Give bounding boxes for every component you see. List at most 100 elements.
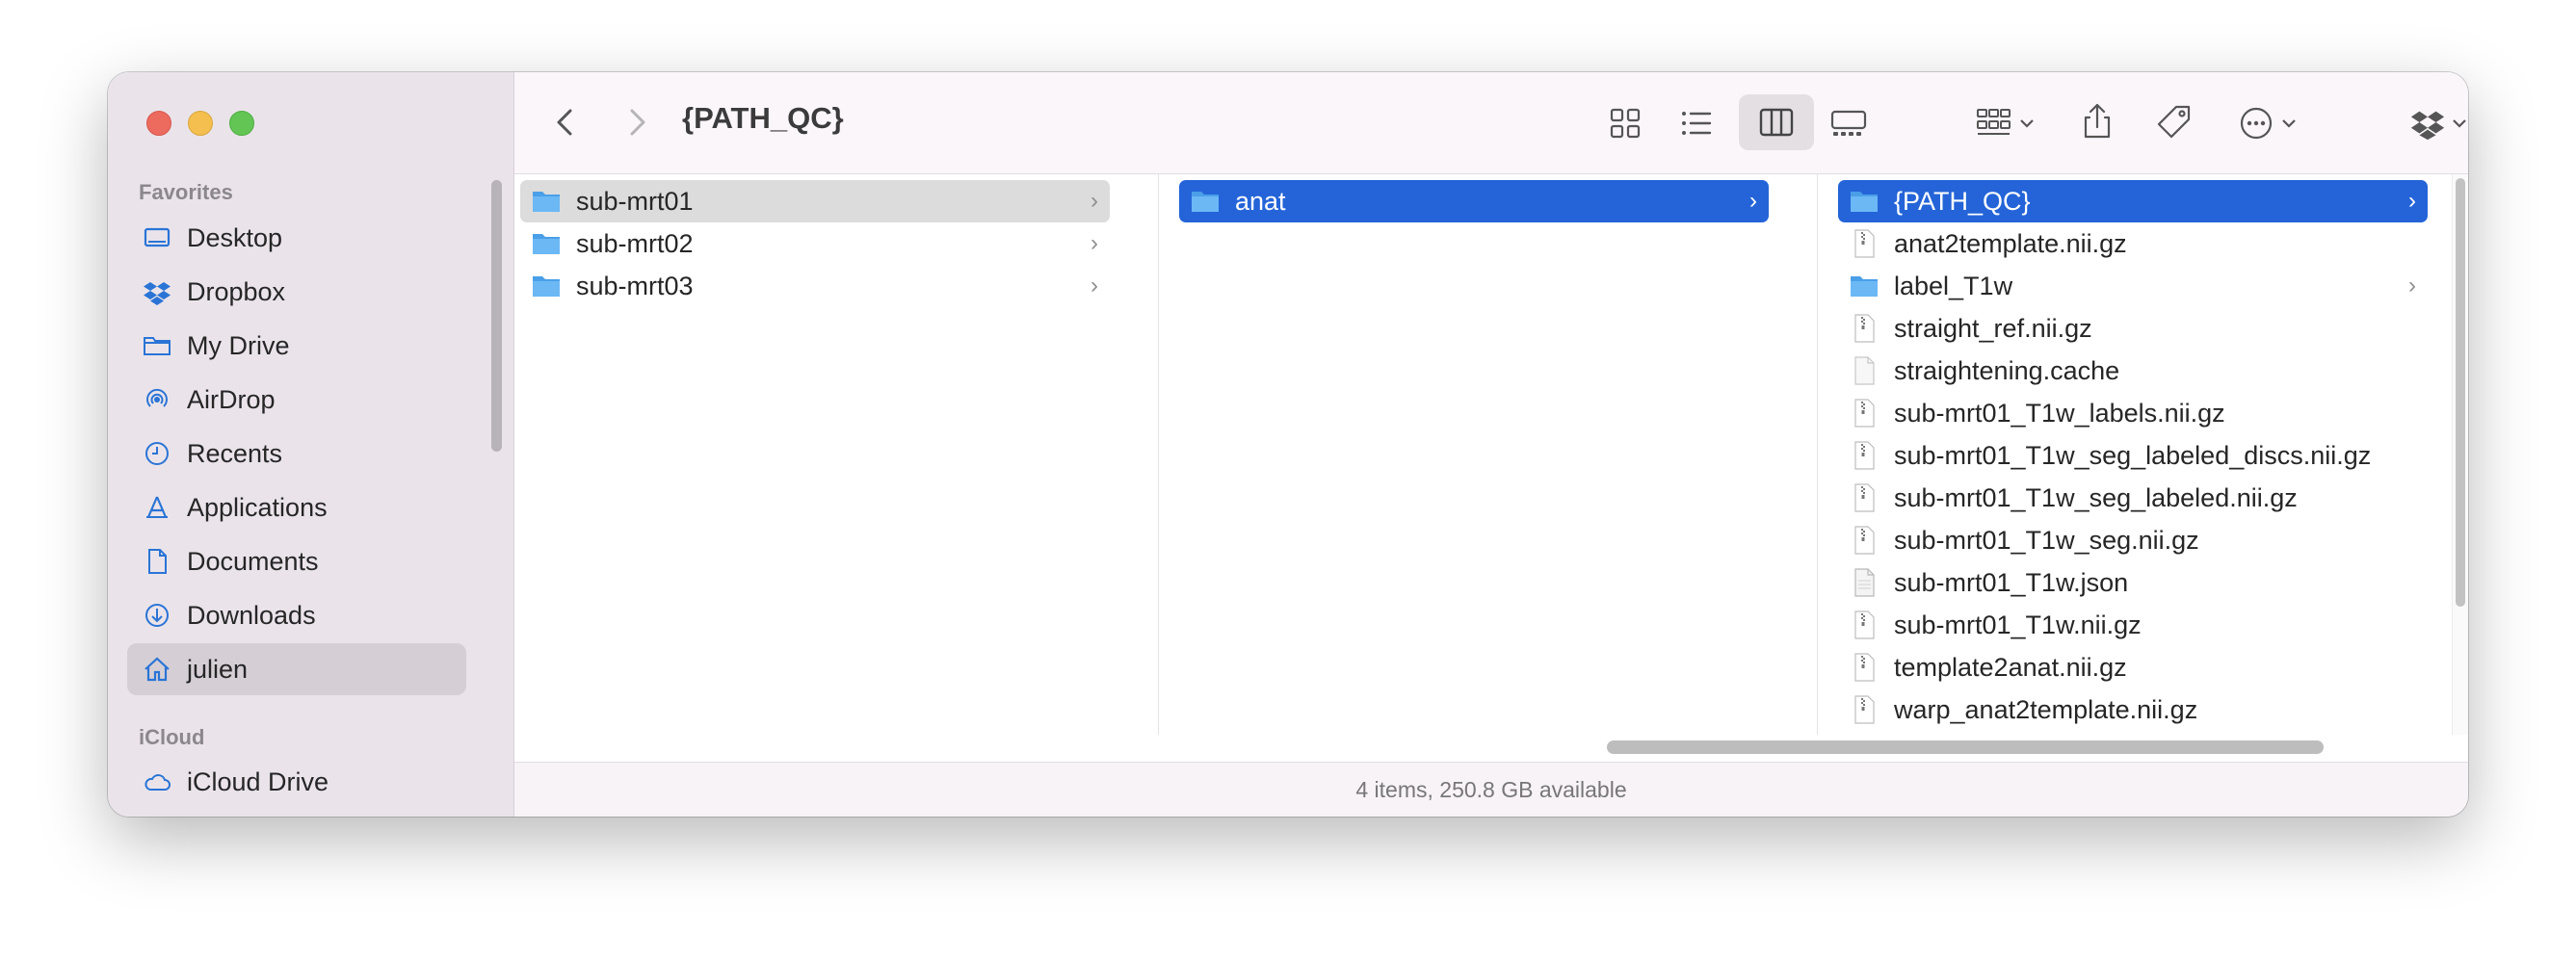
desktop-icon <box>141 221 173 254</box>
chevron-left-icon <box>557 109 572 136</box>
file-row[interactable]: sub-mrt01_T1w_seg_labeled_discs.nii.gz <box>1838 434 2428 477</box>
chevron-right-icon: › <box>1749 188 1757 214</box>
tags-button[interactable] <box>2152 99 2196 145</box>
item-name: sub-mrt01_T1w.json <box>1894 567 2129 597</box>
column-2: anat › <box>1173 174 1790 735</box>
sidebar-section-favorites: Favorites <box>139 180 233 204</box>
back-button[interactable] <box>545 101 588 143</box>
grid-icon <box>1610 108 1641 139</box>
gallery-icon <box>1830 110 1867 136</box>
archive-file-icon <box>1848 524 1880 557</box>
share-button[interactable] <box>2075 97 2119 145</box>
chevron-right-icon <box>630 109 645 136</box>
sidebar-item-label: Dropbox <box>187 276 286 306</box>
close-button[interactable] <box>146 111 171 136</box>
minimize-button[interactable] <box>188 111 213 136</box>
archive-file-icon <box>1848 609 1880 641</box>
dropbox-menu-button[interactable] <box>2403 101 2468 145</box>
sidebar-item-documents[interactable]: Documents <box>127 535 466 587</box>
airdrop-icon <box>141 383 173 416</box>
sidebar-item-airdrop[interactable]: AirDrop <box>127 374 466 426</box>
cloud-icon <box>141 766 173 798</box>
column-divider[interactable] <box>1817 174 1818 735</box>
item-name: straightening.cache <box>1894 355 2120 385</box>
clock-icon <box>141 437 173 470</box>
folder-row[interactable]: sub-mrt01 › <box>520 180 1110 222</box>
list-view-button[interactable] <box>1674 101 1719 145</box>
item-name: sub-mrt01_T1w_seg_labeled_discs.nii.gz <box>1894 440 2372 470</box>
sidebar-item-label: Recents <box>187 438 283 468</box>
chevron-down-icon <box>2020 119 2034 128</box>
item-name: sub-mrt01_T1w_labels.nii.gz <box>1894 398 2225 428</box>
file-icon <box>1848 354 1880 387</box>
horizontal-scrollbar-thumb[interactable] <box>1607 740 2324 754</box>
folder-icon <box>1848 185 1880 218</box>
file-row[interactable]: straightening.cache <box>1838 350 2428 392</box>
file-row[interactable]: warp_anat2template.nii.gz <box>1838 688 2428 731</box>
sidebar-item-dropbox[interactable]: Dropbox <box>127 266 466 318</box>
folder-icon <box>530 270 563 302</box>
item-name: {PATH_QC} <box>1894 186 2031 216</box>
item-name: anat <box>1235 186 1286 216</box>
document-icon <box>141 545 173 578</box>
file-row[interactable]: sub-mrt01_T1w.nii.gz <box>1838 604 2428 646</box>
file-row[interactable]: sub-mrt01_T1w.json <box>1838 561 2428 604</box>
sidebar-item-icloud-drive[interactable]: iCloud Drive <box>127 756 466 808</box>
file-row[interactable]: sub-mrt01_T1w_seg_labeled.nii.gz <box>1838 477 2428 519</box>
sidebar-item-label: Downloads <box>187 600 316 630</box>
file-row[interactable]: anat2template.nii.gz <box>1838 222 2428 265</box>
sidebar-item-desktop[interactable]: Desktop <box>127 212 466 264</box>
zoom-button[interactable] <box>229 111 254 136</box>
column-view-button[interactable] <box>1739 94 1814 150</box>
item-name: anat2template.nii.gz <box>1894 228 2127 258</box>
window-controls <box>146 111 254 136</box>
folder-row[interactable]: {PATH_QC} › <box>1838 180 2428 222</box>
icon-view-button[interactable] <box>1603 101 1647 145</box>
sidebar-item-label: iCloud Drive <box>187 766 329 796</box>
column-1: sub-mrt01 › sub-mrt02 › sub-mrt03 › <box>514 174 1131 735</box>
file-row[interactable]: straight_ref.nii.gz <box>1838 307 2428 350</box>
column-divider[interactable] <box>1158 174 1159 735</box>
window-title: {PATH_QC} <box>682 101 844 135</box>
folder-icon <box>530 227 563 260</box>
file-row[interactable]: template2anat.nii.gz <box>1838 646 2428 688</box>
dropbox-icon <box>141 275 173 308</box>
forward-button[interactable] <box>615 101 657 143</box>
folder-row[interactable]: sub-mrt02 › <box>520 222 1110 265</box>
folder-row[interactable]: anat › <box>1179 180 1769 222</box>
folder-row[interactable]: label_T1w › <box>1838 265 2428 307</box>
sidebar-item-downloads[interactable]: Downloads <box>127 589 466 641</box>
sidebar-item-julien[interactable]: julien <box>127 643 466 695</box>
sidebar-item-my-drive[interactable]: My Drive <box>127 320 466 372</box>
more-actions-button[interactable] <box>2231 101 2304 145</box>
vertical-scrollbar[interactable] <box>2452 174 2468 735</box>
horizontal-scrollbar[interactable] <box>514 735 2468 760</box>
archive-file-icon <box>1848 312 1880 345</box>
chevron-right-icon: › <box>1091 230 1098 256</box>
chevron-down-icon <box>2453 119 2466 128</box>
chevron-right-icon: › <box>1091 188 1098 214</box>
vertical-scrollbar-thumb[interactable] <box>2456 178 2465 607</box>
file-row[interactable]: sub-mrt01_T1w_labels.nii.gz <box>1838 392 2428 434</box>
sidebar-item-label: julien <box>187 654 249 684</box>
folder-icon <box>1848 270 1880 302</box>
folder-row[interactable]: sub-mrt03 › <box>520 265 1110 307</box>
chevron-right-icon: › <box>2408 273 2416 299</box>
item-name: sub-mrt01 <box>576 186 694 216</box>
folder-icon <box>141 329 173 362</box>
gallery-view-button[interactable] <box>1827 101 1871 145</box>
chevron-right-icon: › <box>2408 188 2416 214</box>
item-name: warp_anat2template.nii.gz <box>1894 694 2198 724</box>
sidebar-item-label: AirDrop <box>187 384 276 414</box>
toolbar: {PATH_QC} <box>514 72 2468 174</box>
folder-icon <box>530 185 563 218</box>
sidebar-item-applications[interactable]: Applications <box>127 481 466 533</box>
file-row[interactable]: sub-mrt01_T1w_seg.nii.gz <box>1838 519 2428 561</box>
item-name: straight_ref.nii.gz <box>1894 313 2092 343</box>
sidebar-scrollbar[interactable] <box>491 180 502 452</box>
columns-icon <box>1759 108 1794 137</box>
sidebar: Favorites Desktop Dropbox My Drive AirDr… <box>108 72 514 817</box>
archive-file-icon <box>1848 693 1880 726</box>
group-by-button[interactable] <box>1969 101 2042 145</box>
sidebar-item-recents[interactable]: Recents <box>127 428 466 480</box>
